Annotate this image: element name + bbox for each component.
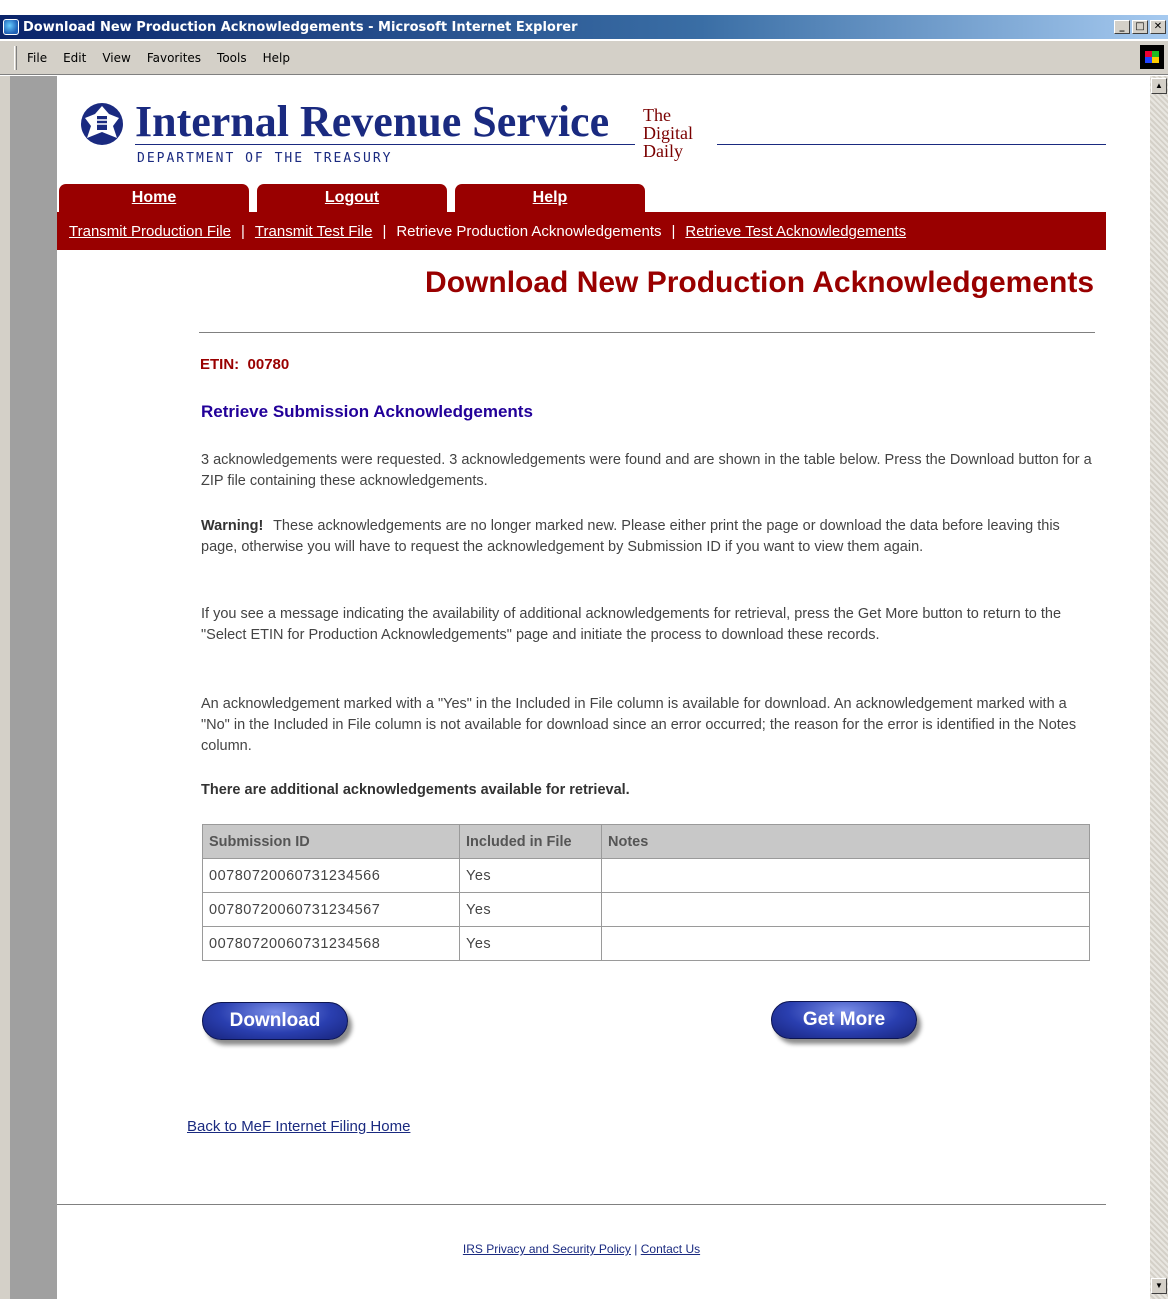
viewport-right-margin [1106, 76, 1150, 1299]
digital-daily-line-1: The [643, 105, 671, 125]
windows-logo-icon [1140, 45, 1164, 69]
cell-submission-id: 00780720060731234568 [202, 926, 460, 961]
menu-file[interactable]: File [27, 51, 47, 65]
cell-submission-id: 00780720060731234566 [202, 858, 460, 893]
tab-help[interactable]: Help [455, 184, 645, 214]
cell-included-in-file: Yes [459, 892, 602, 927]
page-title: Download New Production Acknowledgements [425, 266, 1094, 299]
footer: IRS Privacy and Security Policy | Contac… [57, 1242, 1106, 1256]
table-row: 00780720060731234566 Yes [202, 858, 1090, 893]
table-row: 00780720060731234568 Yes [202, 926, 1090, 961]
subnav-separator: | [671, 222, 676, 240]
cell-included-in-file: Yes [459, 926, 602, 961]
digital-daily-logo: The Digital Daily [643, 106, 693, 160]
logo-rule [135, 144, 635, 145]
cell-notes [601, 926, 1090, 961]
column-header-included-in-file: Included in File [459, 824, 602, 859]
tab-home[interactable]: Home [59, 184, 249, 214]
cell-included-in-file: Yes [459, 858, 602, 893]
irs-logo-department: DEPARTMENT OF THE TREASURY [137, 151, 393, 166]
heading-divider [199, 332, 1095, 333]
toolbar-grip[interactable] [14, 45, 17, 70]
sub-navigation: Transmit Production File | Transmit Test… [57, 212, 1106, 250]
subnav-retrieve-production-acks-current: Retrieve Production Acknowledgements [396, 222, 662, 240]
window-controls: _ □ ✕ [1114, 20, 1166, 34]
subnav-transmit-test-file[interactable]: Transmit Test File [255, 223, 373, 240]
menu-tools[interactable]: Tools [217, 51, 247, 65]
section-title: Retrieve Submission Acknowledgements [201, 402, 533, 421]
download-button[interactable]: Download [202, 1002, 348, 1040]
additional-acks-notice: There are additional acknowledgements av… [201, 782, 630, 798]
menu-bar: File Edit View Favorites Tools Help [0, 41, 1168, 75]
subnav-transmit-production-file[interactable]: Transmit Production File [69, 223, 231, 240]
minimize-button[interactable]: _ [1114, 20, 1130, 34]
window-title: Download New Production Acknowledgements… [23, 19, 578, 35]
scroll-down-arrow-icon[interactable]: ▼ [1151, 1278, 1167, 1294]
vertical-scrollbar[interactable]: ▲ ▼ [1150, 76, 1168, 1299]
warning-label: Warning! [201, 518, 264, 534]
logo-rule-right [717, 144, 1106, 145]
requested-summary-text: 3 acknowledgements were requested. 3 ack… [201, 452, 1092, 489]
close-button[interactable]: ✕ [1150, 20, 1166, 34]
warning-text: Warning! These acknowledgements are no l… [201, 516, 1096, 558]
included-in-file-explanation-text: An acknowledgement marked with a "Yes" i… [201, 696, 1077, 754]
get-more-button[interactable]: Get More [771, 1001, 917, 1039]
cell-notes [601, 892, 1090, 927]
web-page: Internal Revenue Service DEPARTMENT OF T… [57, 82, 1106, 1299]
tab-logout[interactable]: Logout [257, 184, 447, 214]
footer-separator: | [634, 1242, 638, 1256]
scroll-up-arrow-icon[interactable]: ▲ [1151, 78, 1167, 94]
menu-favorites[interactable]: Favorites [147, 51, 201, 65]
contact-us-link[interactable]: Contact Us [641, 1242, 700, 1256]
table-header-row: Submission ID Included in File Notes [202, 824, 1090, 859]
footer-divider [57, 1204, 1106, 1205]
subnav-retrieve-test-acks[interactable]: Retrieve Test Acknowledgements [685, 223, 906, 240]
menu-help[interactable]: Help [263, 51, 290, 65]
digital-daily-line-3: Daily [643, 141, 683, 161]
irs-eagle-icon [81, 103, 123, 145]
maximize-button[interactable]: □ [1132, 20, 1148, 34]
privacy-policy-link[interactable]: IRS Privacy and Security Policy [463, 1242, 631, 1256]
ie-icon [3, 19, 19, 35]
get-more-instructions-text: If you see a message indicating the avai… [201, 606, 1062, 643]
etin-value: 00780 [247, 356, 290, 373]
warning-body: These acknowledgements are no longer mar… [201, 518, 1060, 555]
column-header-notes: Notes [601, 824, 1090, 859]
acknowledgements-table: Submission ID Included in File Notes 007… [202, 824, 1090, 961]
table-row: 00780720060731234567 Yes [202, 892, 1090, 927]
irs-logo-title: Internal Revenue Service [135, 97, 610, 146]
subnav-separator: | [241, 222, 245, 240]
window-titlebar: Download New Production Acknowledgements… [0, 15, 1168, 39]
viewport-left-margin [0, 76, 57, 1299]
etin-label: ETIN: [200, 356, 240, 373]
menu-view[interactable]: View [102, 51, 130, 65]
menu-edit[interactable]: Edit [63, 51, 86, 65]
cell-submission-id: 00780720060731234567 [202, 892, 460, 927]
cell-notes [601, 858, 1090, 893]
back-to-home-link[interactable]: Back to MeF Internet Filing Home [187, 1118, 410, 1135]
digital-daily-line-2: Digital [643, 123, 693, 143]
subnav-separator: | [382, 222, 387, 240]
column-header-submission-id: Submission ID [202, 824, 460, 859]
etin-display: ETIN: 00780 [200, 356, 289, 373]
